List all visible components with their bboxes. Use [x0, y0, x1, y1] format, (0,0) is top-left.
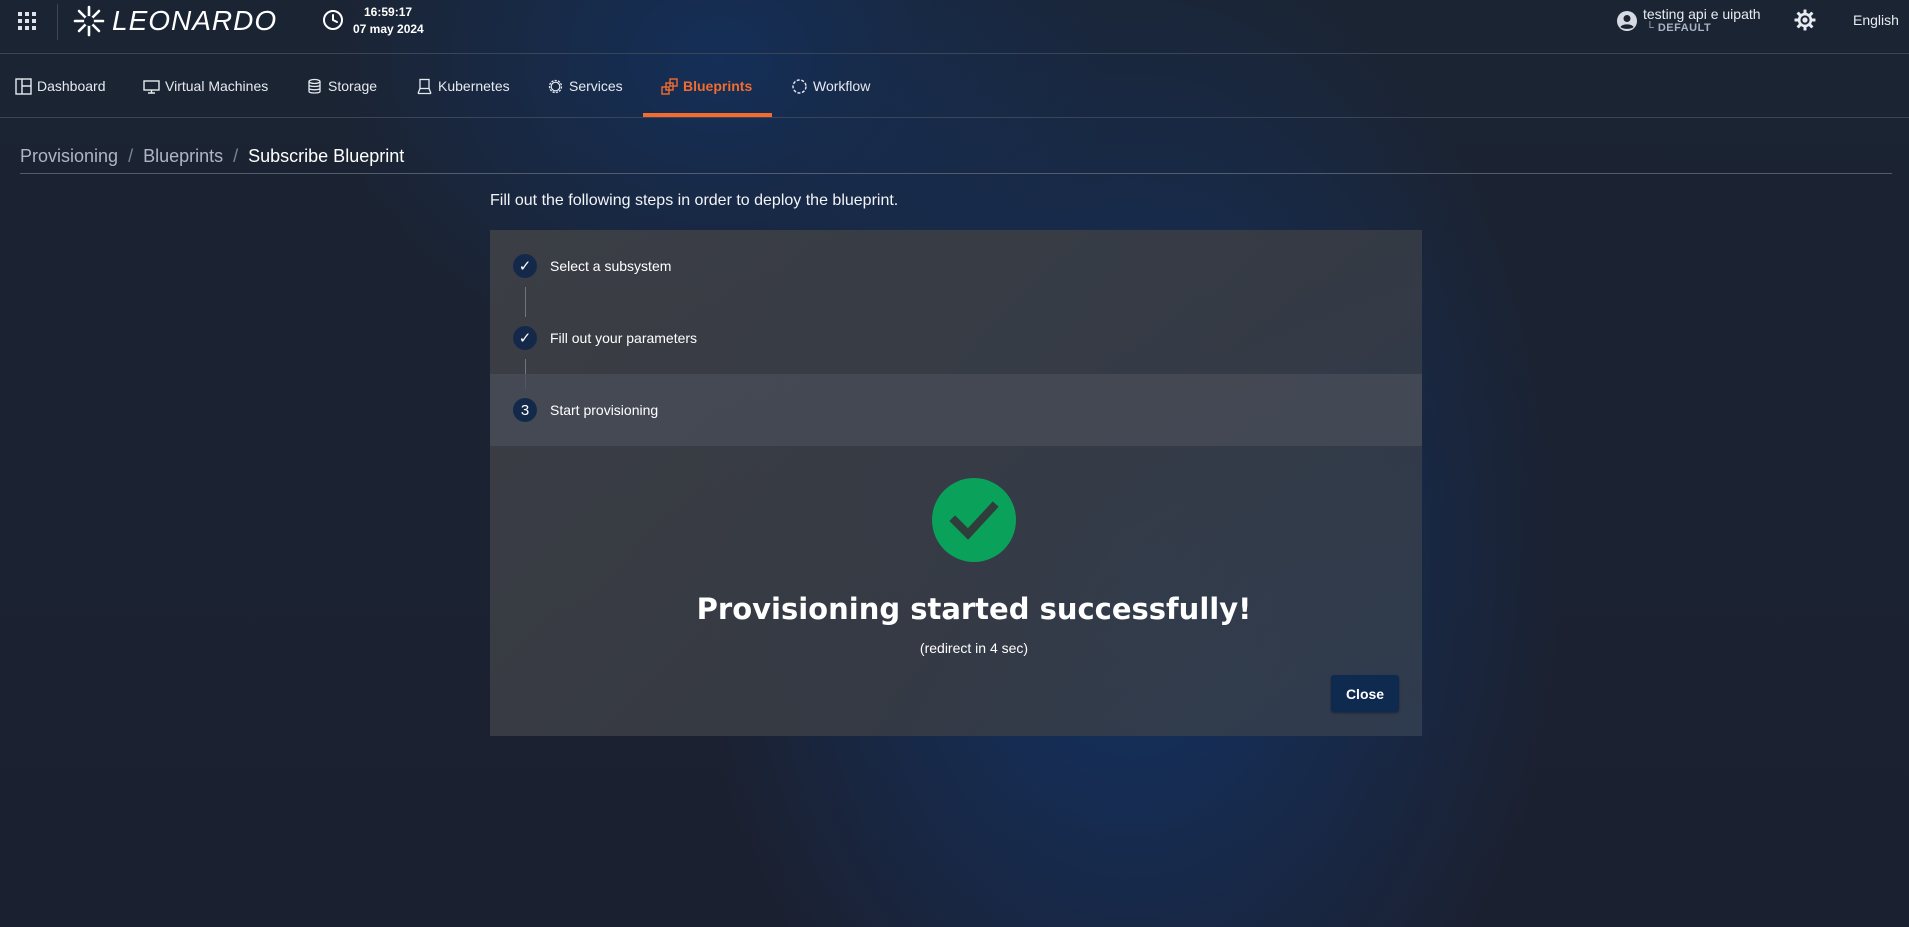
nav-label: Services	[569, 78, 623, 94]
language-selector[interactable]: English	[1853, 12, 1899, 28]
settings-gear-icon[interactable]	[1793, 8, 1817, 32]
nav-label: Dashboard	[37, 78, 106, 94]
workflow-icon	[792, 78, 807, 94]
breadcrumb-provisioning[interactable]: Provisioning	[20, 146, 118, 167]
success-check-icon	[932, 478, 1016, 562]
blueprint-icon	[661, 77, 678, 95]
clock-date: 07 may 2024	[353, 22, 424, 36]
active-tab-indicator	[643, 113, 772, 117]
nav-label: Workflow	[813, 78, 871, 94]
check-mark-icon	[949, 501, 999, 540]
step-label: Fill out your parameters	[550, 330, 698, 346]
nav-label: Virtual Machines	[165, 78, 269, 94]
clock-time: 16:59:17	[364, 5, 413, 19]
header-divider	[57, 4, 58, 40]
user-name[interactable]: testing api e uipath	[1643, 6, 1761, 22]
breadcrumb-blueprints[interactable]: Blueprints	[143, 146, 223, 167]
step-check-icon: ✓	[513, 254, 537, 278]
leonardo-logo[interactable]: LEONARDO	[72, 2, 277, 40]
page-intro: Fill out the following steps in order to…	[490, 192, 899, 209]
step-number: 3	[513, 398, 537, 422]
nav-item-blueprints[interactable]: Blueprints	[661, 55, 752, 117]
nav-label: Kubernetes	[438, 78, 510, 94]
step-check-icon: ✓	[513, 326, 537, 350]
redirect-countdown: (redirect in 4 sec)	[919, 640, 1029, 656]
top-header: LEONARDO 16:59:17 07 may 2024 testing ap…	[0, 0, 1909, 54]
nav-item-storage[interactable]: Storage	[306, 55, 377, 117]
breadcrumb-current: Subscribe Blueprint	[248, 146, 405, 166]
close-button[interactable]: Close	[1331, 675, 1399, 712]
step-label: Select a subsystem	[550, 258, 672, 274]
nav-label: Blueprints	[683, 78, 753, 94]
step-select-subsystem[interactable]: ✓ Select a subsystem	[490, 230, 1422, 302]
nav-item-services[interactable]: Services	[547, 55, 623, 117]
nav-label: Storage	[328, 78, 378, 94]
user-tenant: └ DEFAULT	[1646, 22, 1712, 34]
monitor-icon	[143, 79, 160, 94]
nav-item-workflow[interactable]: Workflow	[791, 55, 870, 117]
dashboard-icon	[15, 77, 32, 95]
main-nav: Dashboard Virtual Machines Storage Kuber…	[0, 55, 1909, 118]
breadcrumb-separator: /	[233, 146, 239, 166]
step-start-provisioning[interactable]: 3 Start provisioning	[490, 374, 1422, 446]
step-label: Start provisioning	[550, 402, 659, 418]
logo-text: LEONARDO	[112, 5, 278, 36]
success-title: Provisioning started successfully!	[696, 592, 1252, 626]
nav-item-kubernetes[interactable]: Kubernetes	[416, 55, 510, 117]
nav-item-dashboard[interactable]: Dashboard	[15, 55, 106, 117]
leonardo-logo-mark-icon	[73, 5, 105, 37]
nav-item-virtual-machines[interactable]: Virtual Machines	[143, 55, 268, 117]
step-fill-parameters[interactable]: ✓ Fill out your parameters	[490, 302, 1422, 374]
database-icon	[308, 78, 321, 94]
breadcrumb: Provisioning / Blueprints / Subscribe Bl…	[20, 146, 404, 167]
stepper-panel: ✓ Select a subsystem ✓ Fill out your par…	[490, 230, 1422, 736]
kubernetes-icon	[417, 78, 432, 94]
apps-grid-icon[interactable]	[18, 12, 36, 30]
breadcrumb-separator: /	[128, 146, 134, 166]
breadcrumb-divider	[20, 173, 1892, 174]
gear-icon	[548, 79, 563, 93]
clock-icon	[323, 10, 343, 30]
user-avatar-icon[interactable]	[1616, 10, 1638, 32]
